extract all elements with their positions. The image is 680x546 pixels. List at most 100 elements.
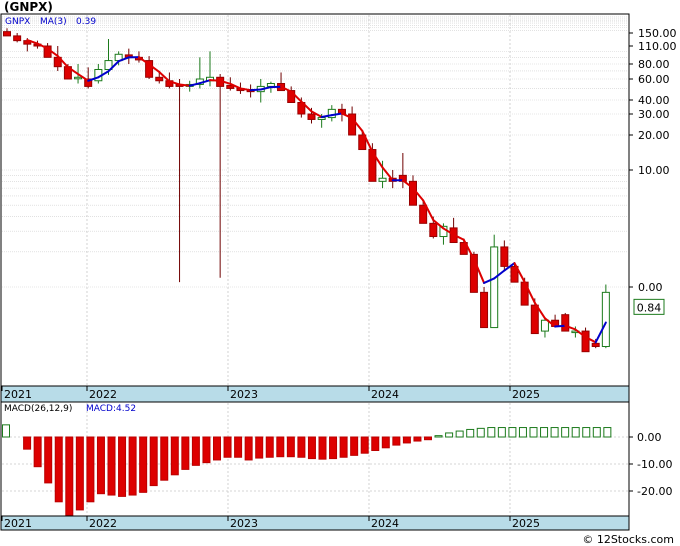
macd-y-tick-label: -10.00 bbox=[637, 458, 672, 471]
macd-bar-negative bbox=[75, 436, 84, 511]
price-y-axis: 150.00110.00 80.00 60.00 40.0030.00 20.00 10.… bbox=[629, 27, 677, 294]
macd-bar-negative bbox=[118, 436, 127, 497]
last-price-badge-text: 0.84 bbox=[637, 301, 662, 314]
candle-up bbox=[490, 246, 499, 329]
macd-bar-negative bbox=[329, 436, 338, 460]
macd-bar-negative bbox=[170, 436, 179, 476]
macd-y-tick-label: -20.00 bbox=[637, 485, 672, 498]
macd-bar-negative bbox=[44, 436, 53, 484]
price-panel: 150.00110.00 80.00 60.00 40.0030.00 20.00 10.… bbox=[0, 13, 677, 387]
macd-y-tick-label: 0.00 bbox=[637, 431, 662, 444]
year-label: 2022 bbox=[89, 517, 117, 530]
ma-segment bbox=[209, 79, 222, 82]
macd-bar-negative bbox=[23, 436, 32, 450]
macd-bar-negative bbox=[223, 436, 232, 458]
macd-panel: 0.00 -10.00 -20.00 MACD(26,12,9) MACD:4.52 bbox=[0, 401, 672, 517]
macd-bar-negative bbox=[202, 436, 211, 464]
price-y-tick-label: 80.00 bbox=[638, 58, 670, 71]
macd-bar-negative bbox=[213, 436, 221, 461]
ma-segment bbox=[178, 83, 191, 87]
candle-up bbox=[378, 177, 387, 182]
macd-bar-positive bbox=[603, 427, 612, 438]
macd-bar-positive bbox=[497, 427, 506, 438]
candle-down bbox=[591, 342, 600, 348]
macd-bar-positive bbox=[2, 424, 10, 438]
macd-bar-negative bbox=[86, 436, 95, 503]
macd-bar-negative bbox=[339, 436, 348, 458]
ma-value: 0.39 bbox=[76, 17, 96, 27]
macd-bar-negative bbox=[96, 436, 105, 495]
macd-bar-positive bbox=[550, 427, 559, 438]
macd-bar-negative bbox=[33, 436, 42, 468]
price-y-tick-label: 30.00 bbox=[638, 108, 670, 121]
candle-up bbox=[266, 83, 275, 87]
year-label: 2024 bbox=[371, 388, 399, 401]
price-y-tick-label: 40.00 bbox=[638, 94, 670, 107]
year-label: 2025 bbox=[512, 517, 540, 530]
macd-bar-negative bbox=[381, 436, 390, 449]
macd-bar-negative bbox=[318, 436, 327, 460]
ma-label: MA(3) bbox=[40, 17, 67, 27]
year-axis-bottom: 2021 2022 2023 2024 2025 bbox=[0, 515, 630, 531]
macd-bar-positive bbox=[592, 427, 601, 438]
year-label: 2021 bbox=[4, 517, 32, 530]
macd-bar-negative bbox=[191, 436, 200, 466]
price-y-tick-label: 150.00 bbox=[638, 27, 677, 40]
ma-segment bbox=[554, 324, 567, 328]
macd-bar-positive bbox=[445, 432, 454, 438]
stock-chart: (GNPX) 150.00110.00 80.00 60.00 40.0030.00 2… bbox=[0, 0, 677, 546]
price-y-tick-label: 60.00 bbox=[638, 73, 670, 86]
year-label: 2022 bbox=[89, 388, 117, 401]
macd-bar-negative bbox=[128, 436, 137, 496]
candle-down bbox=[155, 76, 164, 82]
macd-bar-negative bbox=[297, 436, 306, 458]
macd-bar-positive bbox=[529, 427, 538, 438]
year-label: 2023 bbox=[230, 517, 258, 530]
year-label: 2025 bbox=[512, 388, 540, 401]
candle-down bbox=[500, 246, 509, 267]
candle-down bbox=[3, 31, 11, 37]
ma-segment bbox=[249, 88, 262, 92]
macd-bar-negative bbox=[307, 436, 316, 460]
macd-bar-positive bbox=[540, 427, 549, 438]
macd-bar-positive bbox=[508, 427, 517, 438]
macd-bar-positive bbox=[476, 427, 485, 438]
price-y-tick-label: 110.00 bbox=[638, 40, 677, 53]
macd-bar-negative bbox=[392, 436, 401, 446]
macd-bar-negative bbox=[402, 436, 411, 444]
macd-bar-negative bbox=[107, 436, 116, 496]
macd-bar-negative bbox=[265, 436, 274, 458]
macd-bar-negative bbox=[139, 436, 148, 493]
candle-up bbox=[601, 291, 610, 348]
macd-bar-negative bbox=[54, 436, 63, 503]
macd-bar-positive bbox=[455, 430, 464, 438]
candle-down bbox=[530, 304, 539, 335]
price-y-tick-label: 0.00 bbox=[638, 281, 663, 294]
macd-bar-negative bbox=[255, 436, 264, 459]
candle-up bbox=[540, 319, 549, 332]
watermark: © 12Stocks.com bbox=[582, 533, 674, 546]
macd-bar-negative bbox=[65, 436, 74, 516]
candle-down bbox=[480, 291, 489, 329]
year-label: 2023 bbox=[230, 388, 258, 401]
macd-bar-negative bbox=[350, 436, 359, 456]
macd-y-axis: 0.00 -10.00 -20.00 bbox=[629, 431, 672, 498]
year-axis-top: 2021 2022 2023 2024 2025 bbox=[0, 385, 630, 403]
macd-bar-positive bbox=[487, 427, 496, 438]
macd-bar-negative bbox=[149, 436, 158, 487]
macd-value-label: MACD:4.52 bbox=[86, 404, 136, 414]
macd-bar-negative bbox=[234, 436, 243, 458]
macd-bar-negative bbox=[181, 436, 190, 470]
macd-bar-positive bbox=[582, 427, 591, 438]
candle-down bbox=[409, 180, 417, 206]
candle-down bbox=[561, 314, 570, 332]
macd-bar-negative bbox=[276, 436, 285, 458]
candle-down bbox=[307, 113, 316, 120]
candle-down bbox=[429, 222, 438, 238]
macd-bar-positive bbox=[466, 428, 475, 438]
candle-down bbox=[419, 204, 428, 224]
candle-down bbox=[13, 35, 22, 42]
macd-bar-negative bbox=[413, 436, 422, 442]
macd-bar-positive bbox=[434, 435, 443, 438]
macd-bar-negative bbox=[424, 436, 432, 441]
